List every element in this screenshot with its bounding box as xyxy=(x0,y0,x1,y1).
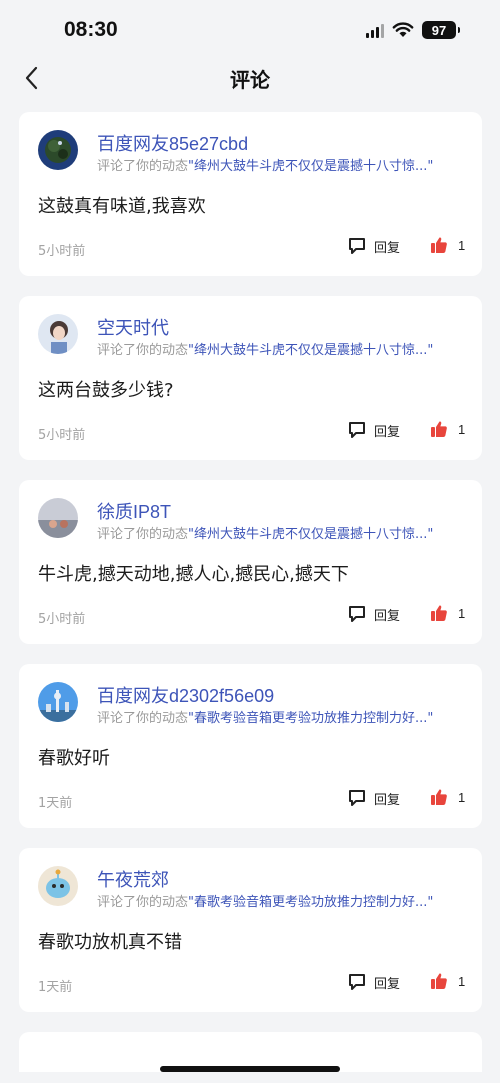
chevron-left-icon xyxy=(25,66,38,90)
username[interactable]: 空天时代 xyxy=(97,314,169,340)
like-count: 1 xyxy=(458,237,466,253)
referenced-post[interactable]: 评论了你的动态"绛州大鼓牛斗虎不仅仅是震撼十八寸惊..." xyxy=(97,155,433,174)
like-button[interactable]: 1 xyxy=(430,788,465,806)
reply-button[interactable]: 回复 xyxy=(347,788,400,808)
avatar[interactable] xyxy=(38,314,78,354)
thumbs-up-icon xyxy=(431,421,447,437)
comment-text: 这两台鼓多少钱? xyxy=(38,380,174,401)
ref-prefix: 评论了你的动态 xyxy=(97,159,189,174)
comment-text: 春歌好听 xyxy=(38,748,110,769)
reply-label: 回复 xyxy=(374,976,401,992)
referenced-post[interactable]: 评论了你的动态"绛州大鼓牛斗虎不仅仅是震撼十八寸惊..." xyxy=(97,339,433,358)
page-title: 评论 xyxy=(230,67,270,92)
battery-level: 97 xyxy=(431,22,447,38)
like-count: 1 xyxy=(458,973,466,989)
reply-label: 回复 xyxy=(374,240,401,256)
username[interactable]: 百度网友85e27cbd xyxy=(97,130,248,156)
username[interactable]: 百度网友d2302f56e09 xyxy=(97,682,274,708)
comment-icon xyxy=(349,422,365,438)
comment-time: 5小时前 xyxy=(38,244,86,259)
comment-card[interactable]: 空天时代 评论了你的动态"绛州大鼓牛斗虎不仅仅是震撼十八寸惊..." 这两台鼓多… xyxy=(19,296,482,460)
status-time: 08:30 xyxy=(64,18,118,41)
like-button[interactable]: 1 xyxy=(430,604,465,622)
ref-prefix: 评论了你的动态 xyxy=(97,711,189,726)
signal-icon xyxy=(366,22,384,38)
comment-card[interactable]: 午夜荒郊 评论了你的动态"春歌考验音箱更考验功放推力控制力好..." 春歌功放机… xyxy=(19,848,482,1012)
reply-button[interactable]: 回复 xyxy=(347,236,400,256)
home-indicator[interactable] xyxy=(160,1066,340,1072)
avatar[interactable] xyxy=(38,498,78,538)
thumbs-up-icon xyxy=(431,789,447,805)
ref-prefix: 评论了你的动态 xyxy=(97,895,189,910)
comment-icon xyxy=(349,606,365,622)
like-button[interactable]: 1 xyxy=(430,420,465,438)
avatar[interactable] xyxy=(38,866,78,906)
thumbs-up-icon xyxy=(431,605,447,621)
referenced-post[interactable]: 评论了你的动态"绛州大鼓牛斗虎不仅仅是震撼十八寸惊..." xyxy=(97,523,433,542)
comment-card[interactable]: 百度网友85e27cbd 评论了你的动态"绛州大鼓牛斗虎不仅仅是震撼十八寸惊..… xyxy=(19,112,482,276)
comment-time: 1天前 xyxy=(38,980,73,995)
reply-button[interactable]: 回复 xyxy=(347,420,400,440)
username[interactable]: 午夜荒郊 xyxy=(97,866,169,892)
battery-icon: 97 xyxy=(422,21,460,39)
like-button[interactable]: 1 xyxy=(430,236,465,254)
like-count: 1 xyxy=(458,789,466,805)
comment-icon xyxy=(349,238,365,254)
avatar[interactable] xyxy=(38,130,78,170)
reply-label: 回复 xyxy=(374,424,401,440)
wifi-icon xyxy=(392,22,414,37)
ref-title: "春歌考验音箱更考验功放推力控制力好..." xyxy=(188,711,434,726)
like-button[interactable]: 1 xyxy=(430,972,465,990)
ref-title: "绛州大鼓牛斗虎不仅仅是震撼十八寸惊..." xyxy=(188,527,434,542)
comment-text: 春歌功放机真不错 xyxy=(38,932,182,953)
status-icons: 97 xyxy=(366,21,460,39)
nav-bar: 评论 xyxy=(0,60,500,96)
comment-text: 牛斗虎,撼天动地,撼人心,撼民心,撼天下 xyxy=(38,564,349,585)
comment-icon xyxy=(349,790,365,806)
comment-icon xyxy=(349,974,365,990)
comment-card[interactable]: 百度网友d2302f56e09 评论了你的动态"春歌考验音箱更考验功放推力控制力… xyxy=(19,664,482,828)
comment-text: 这鼓真有味道,我喜欢 xyxy=(38,196,206,217)
comment-time: 5小时前 xyxy=(38,428,86,443)
back-button[interactable] xyxy=(16,62,46,94)
username[interactable]: 徐质IP8T xyxy=(97,498,171,524)
like-count: 1 xyxy=(458,605,466,621)
reply-label: 回复 xyxy=(374,608,401,624)
ref-prefix: 评论了你的动态 xyxy=(97,343,189,358)
referenced-post[interactable]: 评论了你的动态"春歌考验音箱更考验功放推力控制力好..." xyxy=(97,707,433,726)
like-count: 1 xyxy=(458,421,466,437)
thumbs-up-icon xyxy=(431,237,447,253)
ref-title: "春歌考验音箱更考验功放推力控制力好..." xyxy=(188,895,434,910)
comment-card[interactable]: 徐质IP8T 评论了你的动态"绛州大鼓牛斗虎不仅仅是震撼十八寸惊..." 牛斗虎… xyxy=(19,480,482,644)
ref-title: "绛州大鼓牛斗虎不仅仅是震撼十八寸惊..." xyxy=(188,159,434,174)
reply-button[interactable]: 回复 xyxy=(347,604,400,624)
comment-time: 1天前 xyxy=(38,796,73,811)
comment-time: 5小时前 xyxy=(38,612,86,627)
reply-label: 回复 xyxy=(374,792,401,808)
thumbs-up-icon xyxy=(431,973,447,989)
ref-prefix: 评论了你的动态 xyxy=(97,527,189,542)
referenced-post[interactable]: 评论了你的动态"春歌考验音箱更考验功放推力控制力好..." xyxy=(97,891,433,910)
avatar[interactable] xyxy=(38,682,78,722)
reply-button[interactable]: 回复 xyxy=(347,972,400,992)
ref-title: "绛州大鼓牛斗虎不仅仅是震撼十八寸惊..." xyxy=(188,343,434,358)
status-bar: 08:30 97 xyxy=(0,0,500,60)
